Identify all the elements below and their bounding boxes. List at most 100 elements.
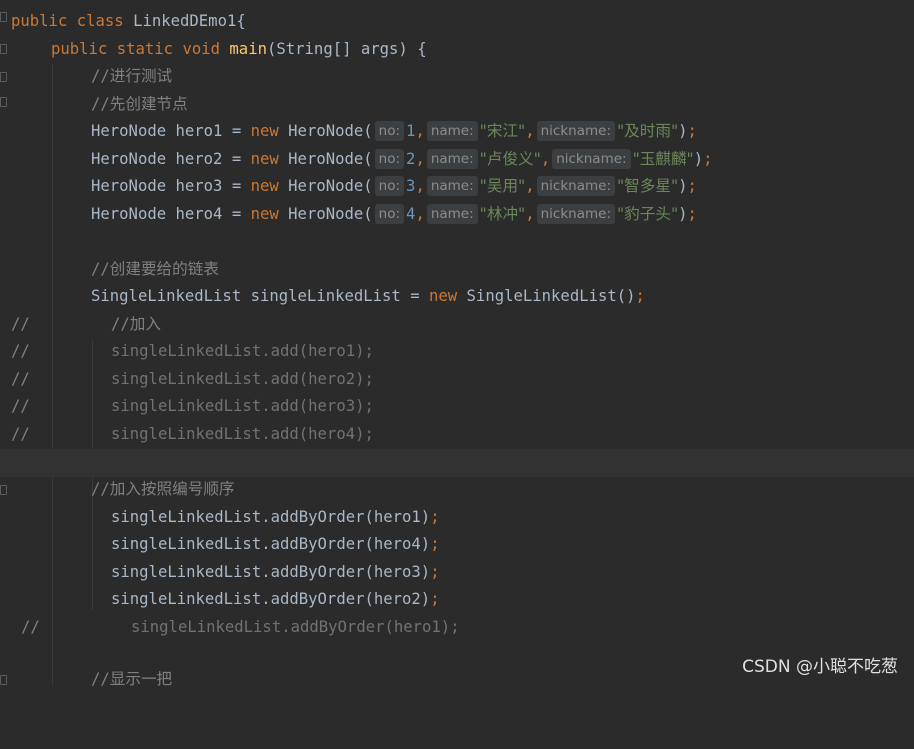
close-paren: )	[678, 205, 688, 223]
line-comment-prefix: //	[11, 397, 30, 415]
current-line[interactable]	[0, 449, 914, 477]
line-comment-prefix: //	[11, 425, 30, 443]
comment: //显示一把	[91, 670, 173, 688]
parameter-hint: no:	[374, 176, 405, 196]
string-literal: "及时雨"	[617, 122, 679, 140]
parameter-hint: nickname:	[552, 149, 631, 169]
comment: //加入按照编号顺序	[91, 480, 235, 498]
code-line[interactable]: singleLinkedList.addByOrder(hero2);	[0, 586, 914, 614]
code-line[interactable]: //创建要给的链表	[0, 256, 914, 284]
semicolon: ;	[687, 177, 697, 195]
close-paren: )	[693, 150, 704, 168]
keyword: new	[250, 177, 279, 195]
constructor-call: SingleLinkedList()	[457, 287, 636, 305]
parameter-hint: name:	[426, 176, 478, 196]
code-line[interactable]: singleLinkedList.addByOrder(hero4);	[0, 531, 914, 559]
code-line[interactable]: // singleLinkedList.addByOrder(hero1);	[0, 614, 914, 642]
code-line[interactable]: // singleLinkedList.add(hero4);	[0, 421, 914, 449]
semicolon: ;	[687, 205, 697, 223]
semicolon: ;	[635, 287, 645, 305]
parameter-hint: no:	[374, 149, 405, 169]
line-comment-prefix: //	[21, 618, 40, 636]
parameter-hint: nickname:	[536, 121, 615, 141]
keyword: new	[250, 150, 279, 168]
close-paren: )	[678, 122, 688, 140]
keyword: public	[11, 12, 68, 30]
code-line[interactable]: // //加入	[0, 311, 914, 339]
comment: //进行测试	[91, 67, 173, 85]
code-line[interactable]: singleLinkedList.addByOrder(hero3);	[0, 559, 914, 587]
constructor-call: HeroNode(	[278, 205, 373, 223]
method-call: singleLinkedList.addByOrder(hero4)	[111, 535, 431, 553]
parameter-hint: nickname:	[536, 204, 615, 224]
semicolon: ;	[703, 150, 713, 168]
semicolon: ;	[430, 590, 440, 608]
string-literal: "豹子头"	[617, 205, 679, 223]
string-literal: "林冲"	[479, 205, 526, 223]
line-comment-prefix: //	[11, 342, 30, 360]
watermark: CSDN @小聪不吃葱	[742, 657, 898, 677]
code-line[interactable]: //先创建节点	[0, 91, 914, 119]
declaration: HeroNode hero2 =	[91, 150, 251, 168]
semicolon: ;	[430, 535, 440, 553]
class-name: LinkedDEmo1{	[133, 12, 246, 30]
parameter-hint: name:	[426, 204, 478, 224]
parameter-hint: nickname:	[536, 176, 615, 196]
code-line[interactable]: // singleLinkedList.add(hero3);	[0, 393, 914, 421]
string-literal: "卢俊义"	[479, 150, 541, 168]
keyword: class	[76, 12, 124, 30]
comment: //创建要给的链表	[91, 260, 219, 278]
method-call: singleLinkedList.addByOrder(hero1)	[111, 508, 431, 526]
declaration: SingleLinkedList singleLinkedList =	[91, 287, 429, 305]
parameter-hint: name:	[426, 121, 478, 141]
declaration: HeroNode hero4 =	[91, 205, 251, 223]
code-line[interactable]: public static void main(String[] args) {	[0, 36, 914, 64]
parameter-hint: no:	[374, 121, 405, 141]
method-call: singleLinkedList.addByOrder(hero2)	[111, 590, 431, 608]
semicolon: ;	[430, 508, 440, 526]
commented-code: singleLinkedList.add(hero3);	[111, 397, 374, 415]
method-signature: (String[] args) {	[266, 40, 427, 58]
code-line[interactable]: // singleLinkedList.add(hero1);	[0, 338, 914, 366]
close-paren: )	[678, 177, 688, 195]
keyword: new	[250, 205, 279, 223]
code-line[interactable]: //加入按照编号顺序	[0, 476, 914, 504]
commented-code: singleLinkedList.add(hero2);	[111, 370, 374, 388]
code-line[interactable]: HeroNode hero4 = new HeroNode(no: 4, name:…	[0, 201, 914, 229]
semicolon: ;	[430, 563, 440, 581]
keyword: public	[51, 40, 108, 58]
declaration: HeroNode hero1 =	[91, 122, 251, 140]
comment: //加入	[111, 315, 161, 333]
code-line[interactable]: SingleLinkedList singleLinkedList = new …	[0, 283, 914, 311]
line-comment-prefix: //	[11, 370, 30, 388]
code-line[interactable]: HeroNode hero1 = new HeroNode(no: 1, name:…	[0, 118, 914, 146]
commented-code: singleLinkedList.add(hero4);	[111, 425, 374, 443]
string-literal: "宋江"	[479, 122, 526, 140]
code-line[interactable]: // singleLinkedList.add(hero2);	[0, 366, 914, 394]
code-line[interactable]: //进行测试	[0, 63, 914, 91]
code-line[interactable]: public class LinkedDEmo1{	[0, 8, 914, 36]
constructor-call: HeroNode(	[278, 150, 373, 168]
method-call: singleLinkedList.addByOrder(hero3)	[111, 563, 431, 581]
parameter-hint: no:	[374, 204, 405, 224]
code-line[interactable]: HeroNode hero2 = new HeroNode(no: 2, name:…	[0, 146, 914, 174]
keyword: void	[182, 40, 221, 58]
comment: //先创建节点	[91, 95, 188, 113]
line-comment-prefix: //	[11, 315, 30, 333]
keyword: new	[250, 122, 279, 140]
declaration: HeroNode hero3 =	[91, 177, 251, 195]
code-line[interactable]: singleLinkedList.addByOrder(hero1);	[0, 504, 914, 532]
string-literal: "玉麒麟"	[632, 150, 694, 168]
string-literal: "智多星"	[617, 177, 679, 195]
code-line[interactable]: HeroNode hero3 = new HeroNode(no: 3, name:…	[0, 173, 914, 201]
constructor-call: HeroNode(	[278, 177, 373, 195]
constructor-call: HeroNode(	[278, 122, 373, 140]
string-literal: "吴用"	[479, 177, 526, 195]
commented-code: singleLinkedList.add(hero1);	[111, 342, 374, 360]
keyword: static	[116, 40, 174, 58]
code-editor[interactable]: public class LinkedDEmo1{ public static …	[0, 0, 914, 688]
keyword: new	[428, 287, 458, 305]
method-name: main	[229, 40, 267, 58]
parameter-hint: name:	[426, 149, 478, 169]
commented-code: singleLinkedList.addByOrder(hero1);	[131, 618, 460, 636]
